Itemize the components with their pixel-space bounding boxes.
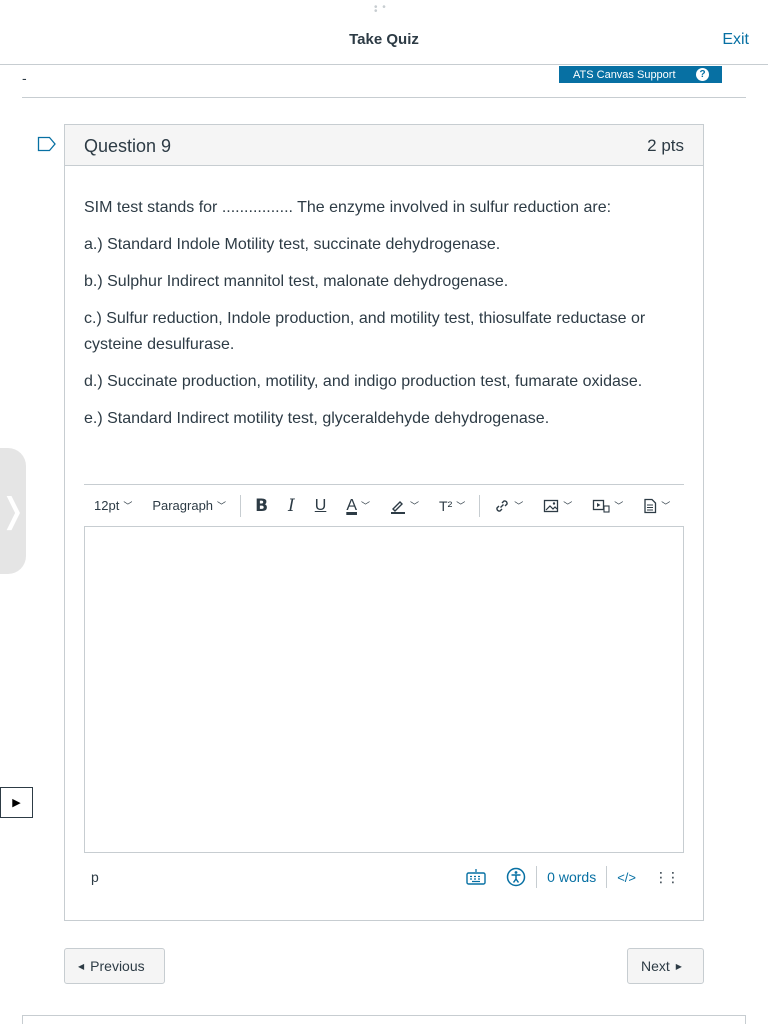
page-title: Take Quiz: [349, 31, 419, 48]
text-color-button[interactable]: A ﹀: [336, 496, 380, 516]
word-count[interactable]: 0 words: [537, 865, 606, 889]
play-icon: ▶: [12, 797, 21, 809]
question-header: Question 9 2 pts: [65, 125, 703, 166]
next-label: Next: [641, 958, 670, 974]
bottom-panel: [22, 1015, 746, 1024]
italic-icon[interactable]: I: [278, 496, 305, 516]
help-icon: ?: [696, 68, 709, 81]
exit-link[interactable]: Exit: [722, 31, 749, 49]
previous-button[interactable]: ◀ Previous: [64, 948, 165, 984]
status-bar-tools: 0 words </> ⋮⋮: [456, 865, 680, 889]
image-icon: [544, 499, 559, 512]
option-d: d.) Succinate production, motility, and …: [84, 373, 643, 390]
link-button[interactable]: ﹀: [484, 496, 533, 516]
flag-question-icon[interactable]: [37, 136, 57, 152]
element-path[interactable]: p: [91, 869, 99, 885]
rich-text-toolbar: 12pt ﹀ Paragraph ﹀ B I U A ﹀ ﹀ T² ﹀ ﹀ ﹀ …: [84, 484, 684, 526]
block-format-dropdown[interactable]: Paragraph ﹀: [142, 496, 236, 516]
keyboard-icon: [466, 869, 486, 885]
option-e: e.) Standard Indirect motility test, gly…: [84, 410, 550, 427]
support-label: ATS Canvas Support: [573, 68, 676, 81]
option-a: a.) Standard Indole Motility test, succi…: [84, 236, 501, 253]
top-bar: Take Quiz Exit: [0, 0, 768, 65]
chevron-down-icon: ﹀: [514, 501, 524, 511]
accessibility-checker-button[interactable]: [496, 865, 536, 889]
document-button[interactable]: ﹀: [633, 496, 670, 516]
chevron-right-icon: ❭: [0, 492, 28, 530]
play-button[interactable]: ▶: [0, 787, 33, 818]
block-format-value: Paragraph: [152, 498, 214, 513]
image-button[interactable]: ﹀: [533, 496, 582, 516]
breadcrumb-dash: -: [22, 70, 27, 86]
font-size-value: 12pt: [94, 498, 120, 513]
toolbar-divider: [479, 494, 481, 517]
canvas-support-button[interactable]: ATS Canvas Support ?: [559, 66, 722, 83]
question-points: 2 pts: [647, 136, 684, 155]
media-icon: [593, 499, 610, 513]
bold-icon[interactable]: B: [245, 496, 278, 516]
link-icon: [496, 499, 508, 512]
answer-editor[interactable]: [84, 526, 684, 853]
chevron-down-icon: ﹀: [563, 501, 573, 511]
resize-grip-icon[interactable]: ⋮⋮: [646, 869, 680, 886]
highlight-pen-icon: [391, 500, 405, 514]
side-panel-toggle[interactable]: ❭: [0, 448, 28, 574]
caret-left-icon: ◀: [78, 961, 85, 971]
chevron-down-icon: ﹀: [614, 501, 624, 511]
highlight-button[interactable]: ﹀: [380, 496, 429, 516]
accessibility-icon: [506, 867, 526, 887]
toolbar-divider: [240, 494, 242, 517]
editor-status-bar: p 0 words </> ⋮⋮: [84, 863, 684, 893]
previous-label: Previous: [90, 958, 145, 974]
chevron-down-icon: ﹀: [410, 501, 420, 511]
font-size-dropdown[interactable]: 12pt ﹀: [84, 496, 142, 516]
underline-icon[interactable]: U: [305, 496, 337, 516]
question-title: Question 9: [84, 136, 172, 156]
chevron-down-icon: ﹀: [217, 501, 227, 511]
quiz-page: • • • Take Quiz Exit - ATS Canvas Suppor…: [0, 0, 768, 1024]
caret-right-icon: ▶: [675, 961, 682, 971]
question-stem: SIM test stands for ................ The…: [84, 199, 612, 216]
option-b: b.) Sulphur Indirect mannitol test, malo…: [84, 273, 509, 290]
media-button[interactable]: ﹀: [582, 496, 633, 516]
keyboard-shortcuts-button[interactable]: [456, 865, 496, 889]
chevron-down-icon: ﹀: [661, 501, 671, 511]
html-editor-toggle[interactable]: </>: [607, 865, 646, 889]
option-c: c.) Sulfur reduction, Indole production,…: [84, 310, 646, 353]
header-divider: [22, 97, 746, 98]
question-card: Question 9 2 pts SIM test stands for ...…: [64, 124, 704, 921]
next-button[interactable]: Next ▶: [627, 948, 704, 984]
question-text: SIM test stands for ................ The…: [84, 195, 684, 443]
superscript-icon: T²: [439, 497, 453, 514]
text-color-icon: A: [346, 496, 357, 514]
chevron-down-icon: ﹀: [123, 501, 133, 511]
document-icon: [644, 498, 657, 513]
superscript-button[interactable]: T² ﹀: [429, 496, 475, 516]
chevron-down-icon: ﹀: [360, 501, 370, 511]
chevron-down-icon: ﹀: [456, 501, 466, 511]
